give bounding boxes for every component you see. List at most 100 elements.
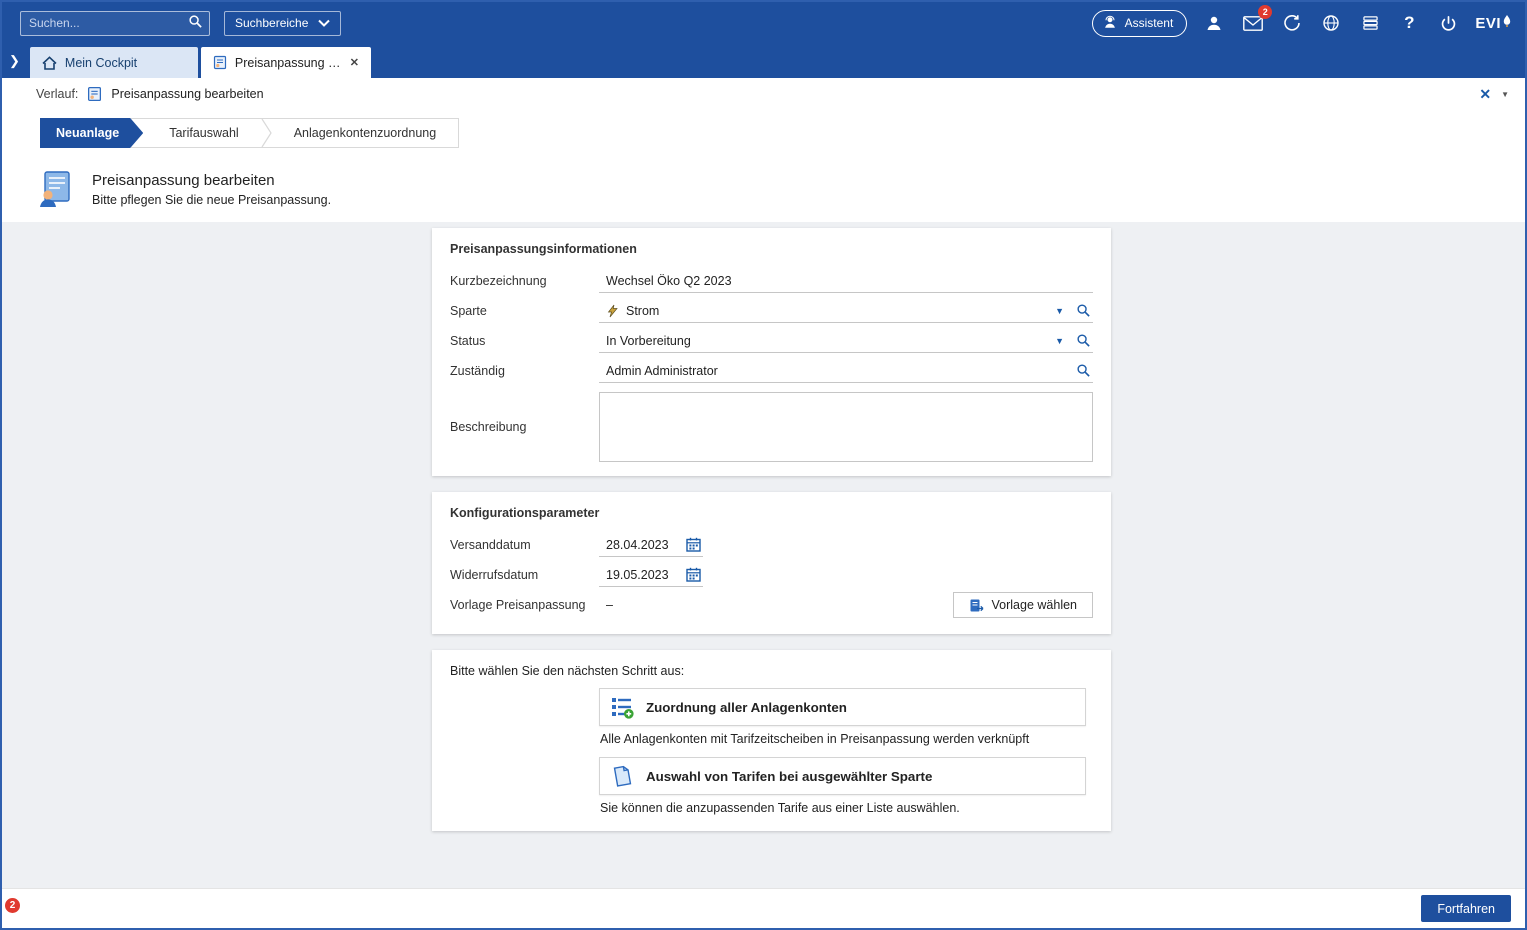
document-person-icon xyxy=(213,55,227,70)
step-anlagenkontenzuordnung[interactable]: Anlagenkontenzuordnung xyxy=(272,119,458,147)
search-scope-dropdown[interactable]: Suchbereiche xyxy=(224,11,341,36)
dropdown-caret-icon[interactable]: ▼ xyxy=(1055,336,1064,346)
search-input[interactable] xyxy=(29,16,188,30)
zuordnung-anlagenkonten-button[interactable]: Zuordnung aller Anlagenkonten xyxy=(599,688,1086,726)
history-label: Verlauf: xyxy=(36,87,78,101)
field-label: Status xyxy=(450,334,599,348)
globe-button[interactable] xyxy=(1319,11,1343,35)
step-neuanlage[interactable]: Neuanlage xyxy=(40,118,143,148)
evi-flame-icon xyxy=(1503,15,1511,27)
assistant-label: Assistent xyxy=(1125,16,1174,30)
lookup-icon[interactable] xyxy=(1076,363,1091,378)
footer-bar: 2 Fortfahren xyxy=(2,888,1525,928)
user-icon xyxy=(1205,14,1223,32)
field-value: 19.05.2023 xyxy=(606,568,669,582)
fortfahren-button[interactable]: Fortfahren xyxy=(1421,895,1511,922)
zustaendig-input[interactable]: Admin Administrator xyxy=(599,359,1093,383)
field-value: Wechsel Öko Q2 2023 xyxy=(606,274,732,288)
brand-logo: EVI xyxy=(1475,15,1511,32)
page-subtitle: Bitte pflegen Sie die neue Preisanpassun… xyxy=(92,193,331,207)
field-status: Status In Vorbereitung ▼ xyxy=(450,326,1093,356)
tab-bar: ❯ Mein Cockpit Preisanpassung bear... ✕ xyxy=(2,44,1525,78)
chevron-down-icon xyxy=(318,16,330,30)
vorlage-waehlen-button[interactable]: Vorlage wählen xyxy=(953,592,1093,618)
status-select[interactable]: In Vorbereitung ▼ xyxy=(599,329,1093,353)
tab-label: Preisanpassung bear... xyxy=(235,56,342,70)
messages-badge: 2 xyxy=(1258,5,1272,19)
option-description: Sie können die anzupassenden Tarife aus … xyxy=(600,801,1093,815)
field-kurzbezeichnung: Kurzbezeichnung Wechsel Öko Q2 2023 xyxy=(450,266,1093,296)
tab-label: Mein Cockpit xyxy=(65,56,186,70)
wizard-steps: Neuanlage Tarifauswahl Anlagenkontenzuor… xyxy=(2,110,1525,158)
field-value: 28.04.2023 xyxy=(606,538,669,552)
field-label: Widerrufsdatum xyxy=(450,568,599,582)
field-vorlage: Vorlage Preisanpassung – Vorlage wählen xyxy=(450,590,1093,620)
field-label: Vorlage Preisanpassung xyxy=(450,598,599,612)
field-value: Strom xyxy=(626,304,659,318)
tarifauswahl-button[interactable]: Auswahl von Tarifen bei ausgewählter Spa… xyxy=(599,757,1086,795)
field-versanddatum: Versanddatum 28.04.2023 xyxy=(450,530,1093,560)
user-button[interactable] xyxy=(1202,11,1226,35)
system-list-button[interactable] xyxy=(1358,11,1382,35)
help-icon: ? xyxy=(1404,13,1414,33)
assistant-icon xyxy=(1102,14,1118,33)
footer-notification-badge[interactable]: 2 xyxy=(5,898,20,913)
tab-close-icon[interactable]: ✕ xyxy=(350,56,359,69)
top-bar: Suchbereiche Assistent 2 xyxy=(2,2,1525,44)
server-icon xyxy=(1363,15,1378,31)
help-button[interactable]: ? xyxy=(1397,11,1421,35)
refresh-button[interactable] xyxy=(1280,11,1304,35)
next-step-prompt: Bitte wählen Sie den nächsten Schritt au… xyxy=(450,664,1093,678)
next-step-card: Bitte wählen Sie den nächsten Schritt au… xyxy=(432,650,1111,831)
info-card: Preisanpassungsinformationen Kurzbezeich… xyxy=(432,228,1111,476)
widerrufsdatum-input[interactable]: 19.05.2023 xyxy=(599,563,703,587)
strom-icon xyxy=(606,304,620,318)
option-label: Auswahl von Tarifen bei ausgewählter Spa… xyxy=(646,769,932,784)
option-label: Zuordnung aller Anlagenkonten xyxy=(646,700,847,715)
field-zustaendig: Zuständig Admin Administrator xyxy=(450,356,1093,386)
search-icon[interactable] xyxy=(188,14,203,32)
calendar-icon[interactable] xyxy=(686,537,701,552)
power-icon xyxy=(1440,15,1457,32)
main-content: Preisanpassungsinformationen Kurzbezeich… xyxy=(2,222,1525,888)
vorlage-value: – xyxy=(599,598,953,612)
list-add-icon xyxy=(610,695,634,719)
versanddatum-input[interactable]: 28.04.2023 xyxy=(599,533,703,557)
logout-button[interactable] xyxy=(1436,11,1460,35)
info-card-title: Preisanpassungsinformationen xyxy=(450,242,1093,256)
lookup-icon[interactable] xyxy=(1076,333,1091,348)
global-search[interactable] xyxy=(20,11,210,36)
home-icon xyxy=(42,56,57,70)
app-window: Suchbereiche Assistent 2 xyxy=(0,0,1527,930)
expand-tabs-icon[interactable]: ❯ xyxy=(9,53,20,69)
field-label: Beschreibung xyxy=(450,420,599,434)
beschreibung-textarea[interactable] xyxy=(599,392,1093,462)
history-entry-icon xyxy=(87,86,102,102)
messages-button[interactable]: 2 xyxy=(1241,11,1265,35)
assistant-button[interactable]: Assistent xyxy=(1092,10,1188,37)
lookup-icon[interactable] xyxy=(1076,303,1091,318)
step-tarifauswahl[interactable]: Tarifauswahl xyxy=(147,119,260,147)
history-entry[interactable]: Preisanpassung bearbeiten xyxy=(111,87,263,101)
close-view-icon[interactable]: ✕ xyxy=(1479,86,1491,103)
field-value: In Vorbereitung xyxy=(606,334,691,348)
top-bar-actions: Assistent 2 ? xyxy=(1092,10,1511,37)
paper-icon xyxy=(610,764,634,788)
calendar-icon[interactable] xyxy=(686,567,701,582)
field-label: Zuständig xyxy=(450,364,599,378)
tab-mein-cockpit[interactable]: Mein Cockpit xyxy=(30,47,198,78)
field-label: Kurzbezeichnung xyxy=(450,274,599,288)
tab-preisanpassung[interactable]: Preisanpassung bear... ✕ xyxy=(201,47,371,78)
history-bar: Verlauf: Preisanpassung bearbeiten ✕ ▼ xyxy=(2,78,1525,110)
field-sparte: Sparte Strom ▼ xyxy=(450,296,1093,326)
dropdown-caret-icon[interactable]: ▼ xyxy=(1055,306,1064,316)
kurzbezeichnung-input[interactable]: Wechsel Öko Q2 2023 xyxy=(599,269,1093,293)
refresh-icon xyxy=(1283,14,1301,32)
brand-text: EVI xyxy=(1475,15,1501,32)
step-separator-icon xyxy=(261,118,272,148)
search-scope-label: Suchbereiche xyxy=(235,16,308,30)
sparte-select[interactable]: Strom ▼ xyxy=(599,299,1093,323)
option-description: Alle Anlagenkonten mit Tarifzeitscheiben… xyxy=(600,732,1093,746)
field-label: Versanddatum xyxy=(450,538,599,552)
history-caret-icon[interactable]: ▼ xyxy=(1501,90,1509,99)
